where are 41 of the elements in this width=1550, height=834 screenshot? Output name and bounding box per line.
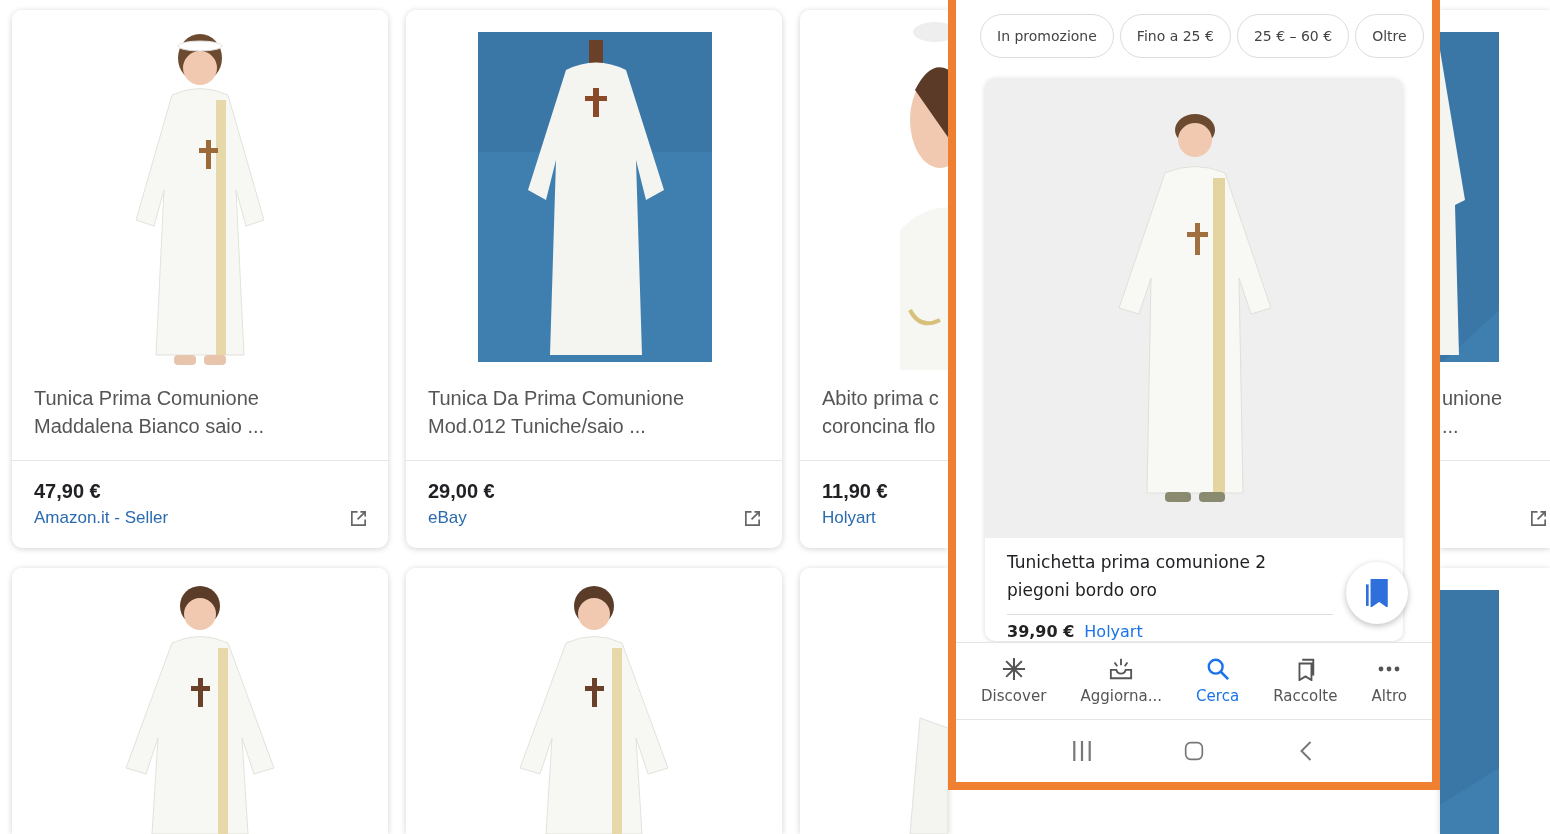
product-title[interactable]: unione — [1442, 384, 1503, 412]
product-title[interactable]: Tunica Prima Comunione — [34, 384, 259, 412]
nav-tab[interactable]: Cerca — [1196, 657, 1240, 705]
price: 11,90 € — [822, 479, 888, 504]
filter-chip[interactable]: Oltre — [1355, 14, 1424, 58]
search-icon — [1205, 657, 1230, 681]
product-title[interactable]: Mod.012 Tuniche/saio ... — [428, 412, 646, 440]
filter-chip[interactable]: 25 € – 60 € — [1236, 14, 1350, 58]
product-title[interactable]: Tunichetta prima comunione 2 piegoni bordo oro — [1007, 548, 1333, 615]
product-title[interactable]: ... — [1442, 412, 1459, 440]
home-icon[interactable] — [1184, 740, 1204, 762]
nav-tab[interactable]: Discover — [981, 657, 1047, 705]
product-title[interactable]: Maddalena Bianco saio ... — [34, 412, 265, 440]
more-icon — [1378, 666, 1401, 672]
recent-apps-icon[interactable] — [1072, 740, 1092, 762]
filter-chip[interactable]: Fino a 25 € — [1119, 14, 1231, 58]
bookmark-icon — [1366, 579, 1388, 607]
product-title[interactable]: Abito prima c — [822, 384, 939, 412]
price: 29,00 € — [428, 479, 495, 504]
asterisk-icon — [1001, 657, 1026, 681]
product-card[interactable]: Tunica Prima Comunione Maddalena Bianco saio ... 47,90 € Amazon.it - Seller — [12, 10, 388, 548]
nav-tab[interactable]: Aggiorna... — [1080, 657, 1162, 705]
price: 39,90 € — [1007, 623, 1075, 641]
seller-link[interactable]: Holyart — [822, 505, 876, 531]
seller-link[interactable]: eBay — [428, 505, 467, 531]
tray-icon — [1109, 657, 1134, 681]
seller-link[interactable]: Holyart — [1084, 623, 1143, 641]
product-card[interactable]: unione ... — [1440, 10, 1550, 548]
price: 47,90 € — [34, 479, 101, 504]
external-link-icon[interactable] — [349, 509, 368, 528]
seller-link[interactable]: Amazon.it - Seller — [34, 505, 169, 531]
product-card[interactable]: Tunica Da Prima Comunione Mod.012 Tuniche/saio ... 29,00 € eBay — [406, 10, 782, 548]
external-link-icon[interactable] — [743, 509, 762, 528]
product-title[interactable]: coroncina flo — [822, 412, 936, 440]
save-button[interactable] — [1346, 562, 1408, 624]
product-card[interactable]: Abito prima c coroncina flo 11,90 € Holyart — [800, 10, 948, 548]
nav-tab[interactable]: Altro — [1371, 657, 1407, 705]
filter-chip[interactable]: In promozione — [980, 14, 1114, 58]
external-link-icon[interactable] — [1529, 509, 1548, 528]
nav-tab[interactable]: Raccolte — [1273, 657, 1338, 705]
product-title[interactable]: Tunica Da Prima Comunione — [428, 384, 685, 412]
